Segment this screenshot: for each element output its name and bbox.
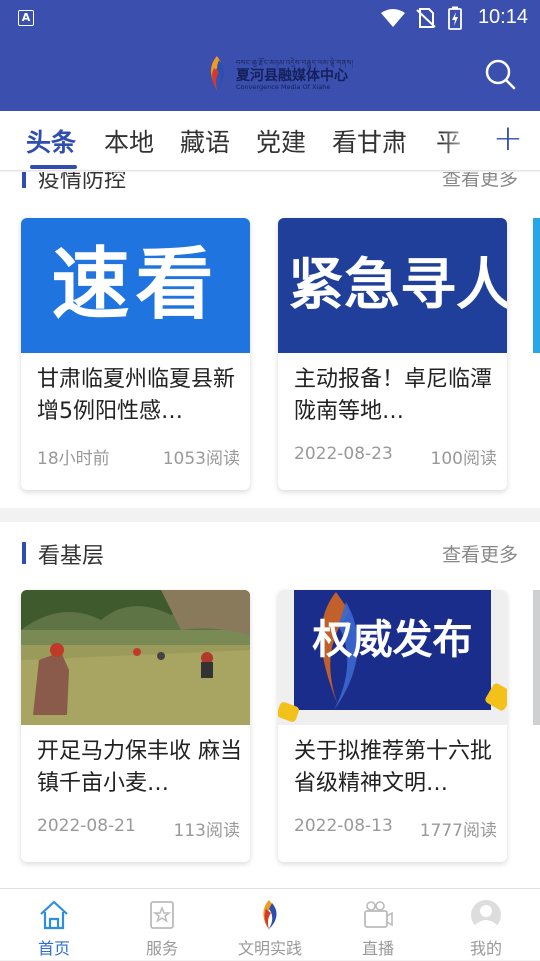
nav-service[interactable]: 服务: [108, 889, 216, 961]
thumbnail-caption: 紧急寻人: [288, 253, 507, 318]
nav-mine[interactable]: 我的: [432, 889, 540, 961]
tab-fade: [440, 111, 480, 170]
nav-label: 我的: [469, 939, 502, 958]
news-reads: 100阅读: [430, 449, 497, 469]
news-title: 甘肃临夏州临夏县新增5例阳性感…: [37, 367, 236, 424]
nav-live[interactable]: 直播: [324, 889, 432, 961]
tab-party[interactable]: 党建: [256, 123, 306, 159]
bottom-navigation: 首页 服务 文明实践 直播 我的: [0, 888, 540, 960]
nav-label: 文明实践: [237, 939, 302, 958]
news-thumbnail-field-photo: [21, 590, 250, 725]
civilization-practice-icon: [263, 900, 277, 930]
news-reads: 1777阅读: [419, 821, 497, 841]
section-grassroots: 看基层 查看更多 开足马力保丰收 麻当镇千亩小麦… 2022-08-21 113…: [0, 522, 540, 888]
news-title: 开足马力保丰收 麻当镇千亩小麦…: [37, 739, 242, 796]
news-card[interactable]: 开足马力保丰收 麻当镇千亩小麦… 2022-08-21 113阅读: [21, 590, 250, 862]
nav-home[interactable]: 首页: [0, 889, 108, 961]
profile-icon: [471, 900, 501, 930]
news-card[interactable]: 紧急寻人 主动报备！卓尼临潭 陇南等地… 2022-08-23 100阅读: [278, 218, 507, 490]
news-reads: 113阅读: [173, 821, 240, 841]
news-date: 2022-08-13: [294, 816, 393, 836]
news-date: 18小时前: [37, 449, 110, 469]
news-date: 2022-08-21: [37, 816, 136, 836]
nav-label: 首页: [37, 939, 70, 958]
news-title: 主动报备！卓尼临潭 陇南等地…: [294, 367, 493, 424]
next-card-peek[interactable]: [533, 590, 540, 725]
wifi-icon: [381, 9, 405, 27]
home-icon: [40, 900, 68, 930]
news-thumbnail: 速看: [21, 218, 250, 353]
logo-english-text: Convergence Media Of Xiahe: [236, 83, 331, 91]
status-bar: A 10:14: [0, 0, 540, 38]
logo-flame-icon: [211, 56, 224, 92]
tab-tibetan[interactable]: 藏语: [180, 123, 230, 159]
nav-label: 服务: [145, 939, 178, 958]
news-card[interactable]: 速看 甘肃临夏州临夏县新增5例阳性感… 18小时前 1053阅读: [21, 218, 250, 490]
clock: 10:14: [477, 6, 528, 28]
section-epidemic: 疫情防控 查看更多 速看 甘肃临夏州临夏县新增5例阳性感… 18小时前 1053…: [0, 172, 540, 508]
view-more-link[interactable]: 查看更多: [442, 540, 518, 567]
no-sim-icon: [416, 8, 436, 28]
news-thumbnail: 权威发布: [278, 590, 507, 725]
nav-label: 直播: [361, 939, 394, 958]
news-title: 关于拟推荐第十六批省级精神文明…: [294, 739, 493, 796]
notification-a-icon: A: [18, 10, 34, 26]
app-logo: བསང་ཆུ་རྫོང་མཉམ་འདྲེས་བརྒྱུད་ལམ་ལྟེ་གནས།…: [204, 52, 353, 96]
news-card[interactable]: 权威发布 关于拟推荐第十六批省级精神文明… 2022-08-13 1777阅读: [278, 590, 507, 862]
active-tab-indicator: [30, 165, 77, 169]
section-marker: [22, 172, 26, 188]
channel-tabs: 头条 本地 藏语 党建 看甘肃 平 +: [0, 111, 540, 171]
next-card-peek[interactable]: [533, 218, 540, 353]
section-title: 看基层: [38, 544, 105, 569]
app-header: བསང་ཆུ་རྫོང་མཉམ་འདྲེས་བརྒྱུད་ལམ་ལྟེ་གནས།…: [0, 38, 540, 111]
section-marker: [22, 542, 26, 564]
tab-toutiao[interactable]: 头条: [26, 123, 76, 159]
live-camera-icon: [364, 901, 393, 928]
thumbnail-caption: 权威发布: [312, 617, 473, 663]
tab-local[interactable]: 本地: [104, 123, 154, 159]
news-thumbnail: 紧急寻人: [278, 218, 507, 353]
add-channel-button[interactable]: +: [476, 111, 540, 170]
battery-charging-icon: [448, 6, 462, 30]
thumbnail-caption: 速看: [51, 240, 220, 330]
search-icon[interactable]: [484, 58, 516, 90]
news-date: 2022-08-23: [294, 444, 393, 464]
news-reads: 1053阅读: [162, 449, 240, 469]
service-icon: [150, 901, 174, 929]
view-more-link[interactable]: 查看更多: [442, 172, 518, 191]
tab-gansu[interactable]: 看甘肃: [332, 123, 407, 159]
nav-civilization[interactable]: 文明实践: [216, 889, 324, 961]
feed[interactable]: 疫情防控 查看更多 速看 甘肃临夏州临夏县新增5例阳性感… 18小时前 1053…: [0, 172, 540, 888]
section-title: 疫情防控: [38, 172, 127, 193]
logo-chinese-text: 夏河县融媒体中心: [236, 68, 348, 84]
